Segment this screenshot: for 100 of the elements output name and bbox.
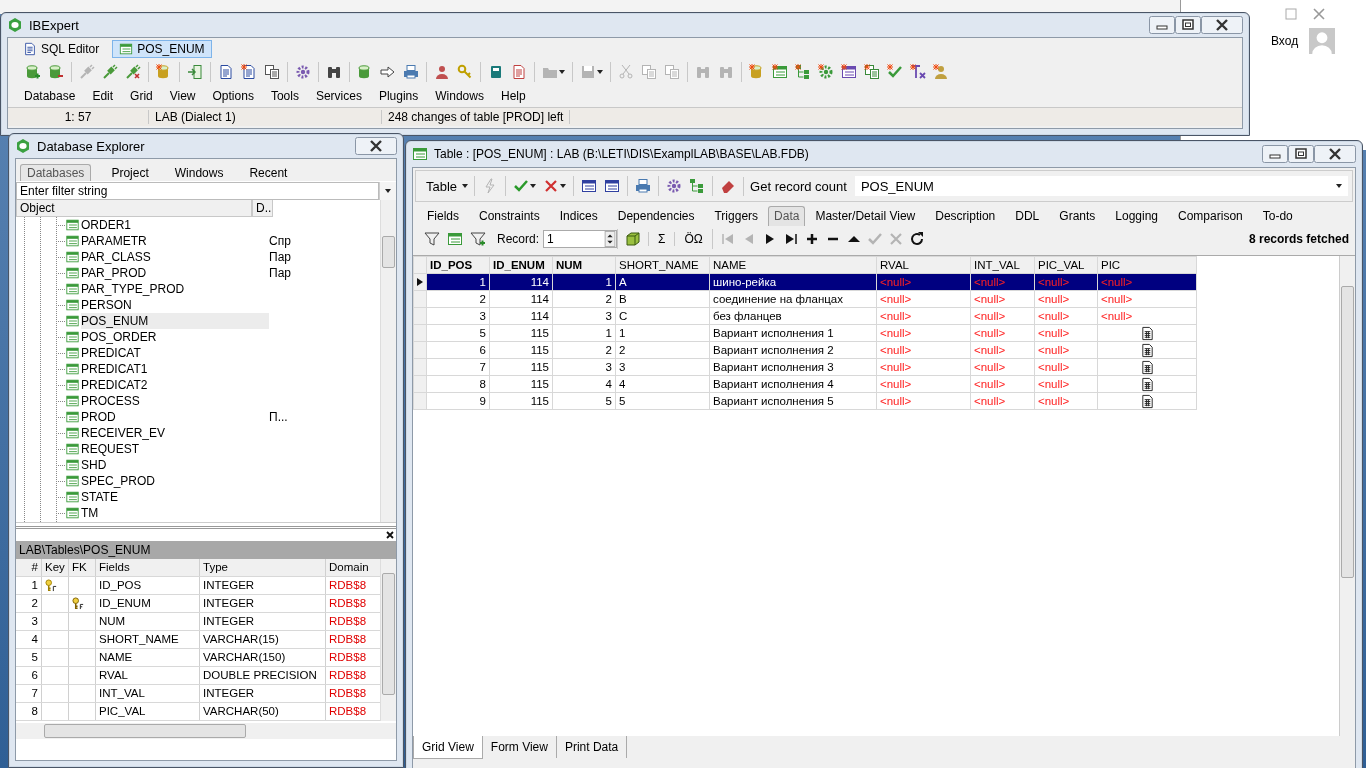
- eraser-icon[interactable]: [720, 178, 737, 194]
- column-header[interactable]: INT_VAL: [970, 256, 1035, 274]
- tab[interactable]: To-do: [1252, 207, 1303, 226]
- column-header[interactable]: Object: [16, 200, 252, 217]
- tab[interactable]: Constraints: [469, 207, 550, 226]
- tab[interactable]: Logging: [1105, 207, 1169, 226]
- checkmark-icon[interactable]: [513, 178, 530, 194]
- menu-item[interactable]: Plugins: [378, 89, 427, 103]
- tree-item[interactable]: PERSON: [81, 297, 269, 313]
- column-header[interactable]: PIC_VAL: [1034, 256, 1098, 274]
- table-icon[interactable]: [581, 178, 598, 194]
- dropdown-button[interactable]: [379, 182, 396, 200]
- tree-item[interactable]: PAR_CLASS: [81, 249, 269, 265]
- tab[interactable]: Triggers: [704, 207, 769, 226]
- refresh-icon[interactable]: [908, 231, 925, 247]
- gear-icon[interactable]: [295, 64, 311, 80]
- new-documents-icon[interactable]: [864, 64, 880, 80]
- close-button[interactable]: [355, 137, 397, 155]
- horizontal-scrollbar[interactable]: [16, 723, 396, 739]
- new-user-icon[interactable]: [933, 64, 949, 80]
- table-menu-button[interactable]: Table: [420, 176, 475, 196]
- column-header[interactable]: Fields: [96, 559, 200, 576]
- column-header[interactable]: RVAL: [876, 256, 971, 274]
- table-icon[interactable]: [604, 178, 621, 194]
- new-formula-icon[interactable]: [910, 64, 926, 80]
- sum-button[interactable]: Σ: [654, 232, 670, 246]
- caret-icon[interactable]: [462, 184, 469, 188]
- close-icon[interactable]: [386, 531, 394, 539]
- tree-item[interactable]: PROD: [81, 409, 269, 425]
- column-header[interactable]: FK: [69, 559, 96, 576]
- blob-icon[interactable]: [1139, 359, 1155, 375]
- tab[interactable]: Description: [925, 207, 1006, 226]
- blob-icon[interactable]: [1139, 325, 1155, 341]
- tree-item[interactable]: STATE: [81, 489, 269, 505]
- filter-icon[interactable]: [424, 231, 440, 247]
- unplug-icon[interactable]: [125, 64, 141, 80]
- tab[interactable]: Grants: [1049, 207, 1106, 226]
- login-link[interactable]: Вход: [1271, 34, 1299, 48]
- tab[interactable]: Data: [768, 206, 806, 226]
- tree-item[interactable]: PAR_PROD: [81, 265, 269, 281]
- vertical-scrollbar[interactable]: [380, 200, 396, 522]
- table-combo[interactable]: POS_ENUM: [854, 176, 1348, 196]
- maximize-button[interactable]: [1175, 16, 1201, 34]
- column-header[interactable]: D..: [252, 200, 273, 217]
- scrollbar-thumb[interactable]: [382, 236, 395, 268]
- tree-item[interactable]: PROCESS: [81, 393, 269, 409]
- tab[interactable]: Print Data: [556, 736, 628, 758]
- tree-item[interactable]: PREDICAT1: [81, 361, 269, 377]
- documents-icon[interactable]: [264, 64, 280, 80]
- close-button[interactable]: [1314, 145, 1356, 163]
- user-icon[interactable]: [434, 64, 450, 80]
- database-minus-icon[interactable]: [48, 64, 64, 80]
- new-tree-icon[interactable]: [795, 64, 811, 80]
- tree-item[interactable]: RECEIVER_EV: [81, 425, 269, 441]
- tree-item[interactable]: SHD: [81, 457, 269, 473]
- tab[interactable]: Fields: [417, 207, 469, 226]
- tab[interactable]: Dependencies: [607, 207, 705, 226]
- tab[interactable]: Recent: [243, 165, 294, 181]
- column-header[interactable]: Key: [42, 559, 69, 576]
- tree-item[interactable]: PREDICAT2: [81, 377, 269, 393]
- tree-item[interactable]: PAR_TYPE_PROD: [81, 281, 269, 297]
- caret-icon[interactable]: [530, 184, 537, 188]
- document-icon[interactable]: [218, 64, 234, 80]
- database-plus-icon[interactable]: [25, 64, 41, 80]
- menu-item[interactable]: Help: [500, 89, 534, 103]
- caret-icon[interactable]: [560, 184, 567, 188]
- vertical-scrollbar[interactable]: [380, 559, 396, 721]
- tab[interactable]: Indices: [549, 207, 608, 226]
- tab[interactable]: Databases: [20, 164, 92, 181]
- printer-icon[interactable]: [635, 178, 652, 194]
- column-header[interactable]: #: [16, 559, 42, 576]
- scrollbar-thumb[interactable]: [1341, 286, 1354, 578]
- menu-item[interactable]: Windows: [435, 89, 492, 103]
- caret-icon[interactable]: [385, 189, 391, 193]
- tree-item[interactable]: ORDER1: [81, 217, 269, 233]
- tab[interactable]: Project: [105, 165, 155, 181]
- new-list-icon[interactable]: [841, 64, 857, 80]
- binoculars-icon[interactable]: [326, 64, 342, 80]
- new-document-icon[interactable]: [241, 64, 257, 80]
- document-tab[interactable]: POS_ENUM: [112, 39, 212, 58]
- filter-field[interactable]: Enter filter string: [16, 182, 379, 200]
- blob-icon[interactable]: [1139, 393, 1155, 409]
- column-header[interactable]: NAME: [709, 256, 877, 274]
- printer-icon[interactable]: [403, 64, 419, 80]
- tab[interactable]: Comparison: [1168, 207, 1253, 226]
- tree-item[interactable]: PREDICAT: [81, 345, 269, 361]
- column-header[interactable]: SHORT_NAME: [615, 256, 710, 274]
- scrollbar-thumb[interactable]: [44, 724, 246, 738]
- plug-icon[interactable]: [102, 64, 118, 80]
- maximize-button[interactable]: [1288, 145, 1314, 163]
- blob-icon[interactable]: [1139, 376, 1155, 392]
- cube-icon[interactable]: [625, 231, 642, 247]
- edit-icon[interactable]: [511, 64, 527, 80]
- scrollbar-thumb[interactable]: [382, 573, 395, 695]
- tree-icon[interactable]: [689, 178, 706, 194]
- tab[interactable]: Master/Detail View: [805, 207, 926, 226]
- tab[interactable]: Grid View: [413, 736, 483, 759]
- column-header[interactable]: ID_ENUM: [489, 256, 553, 274]
- cross-icon[interactable]: [543, 178, 560, 194]
- tab[interactable]: DDL: [1005, 207, 1050, 226]
